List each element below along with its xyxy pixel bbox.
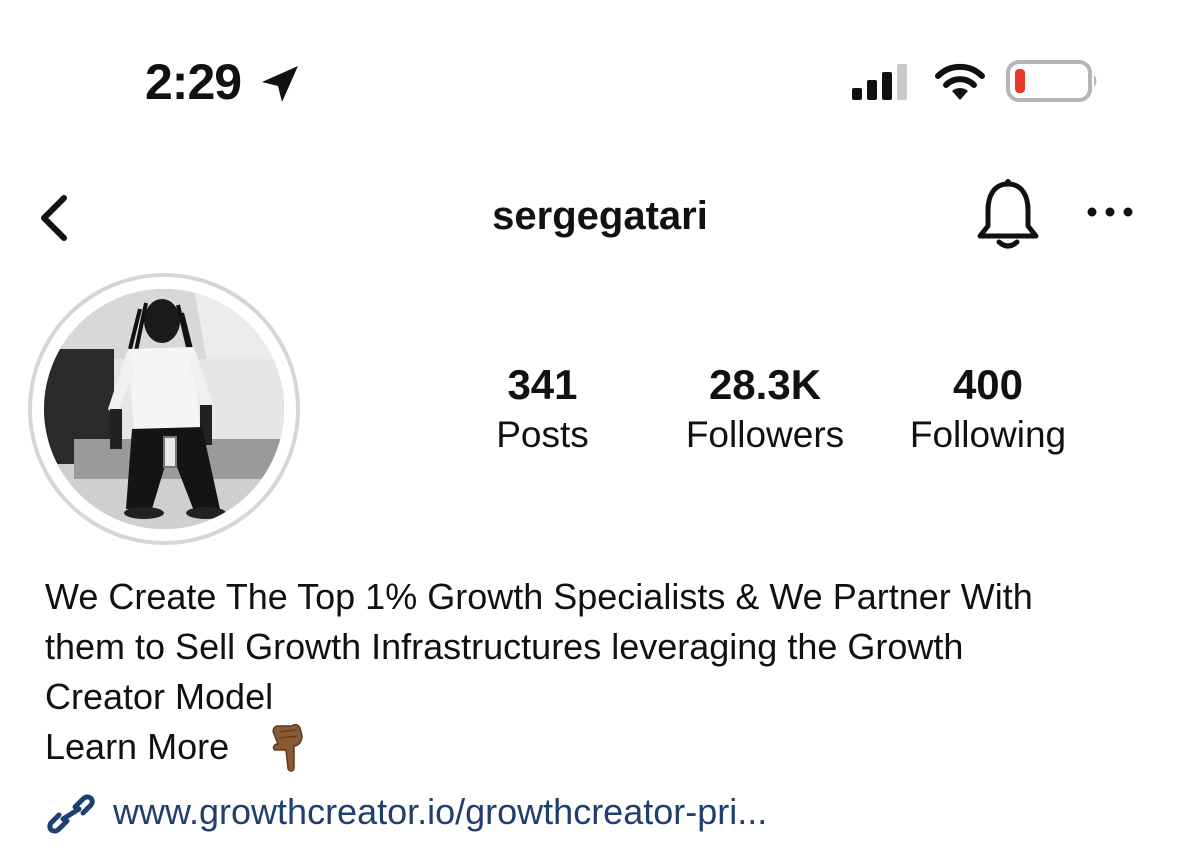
bio-line: We Create The Top 1% Growth Specialists … [45, 576, 1033, 617]
location-arrow-icon [262, 66, 298, 102]
profile-link-text[interactable]: www.growthcreator.io/growthcreator-pri..… [113, 787, 767, 837]
profile-link[interactable]: www.growthcreator.io/growthcreator-pri..… [45, 785, 1165, 839]
stat-posts[interactable]: 341 Posts [470, 360, 615, 458]
avatar-photo [44, 289, 284, 529]
battery-low-icon [1006, 60, 1097, 102]
stat-followers[interactable]: 28.3K Followers [670, 360, 860, 458]
stat-following[interactable]: 400 Following [893, 360, 1083, 458]
posts-label: Posts [496, 414, 589, 455]
following-label: Following [909, 414, 1067, 455]
profile-header: sergegatari [0, 170, 1200, 260]
following-count: 400 [952, 361, 1024, 408]
wifi-icon [935, 63, 985, 100]
signal-icon [852, 64, 907, 100]
avatar-ring[interactable] [28, 273, 300, 545]
status-time: 2:29 [145, 54, 242, 110]
learn-more-text: Learn More [45, 726, 230, 767]
more-icon[interactable] [1085, 200, 1135, 224]
profile-bio: We Create The Top 1% Growth Specialists … [45, 572, 1165, 722]
avatar[interactable] [44, 289, 284, 529]
backhand-index-pointing-down-icon [272, 723, 303, 772]
bell-icon[interactable] [972, 176, 1044, 254]
followers-count: 28.3K [708, 361, 822, 408]
followers-label: Followers [685, 414, 845, 455]
posts-count: 341 [507, 361, 578, 408]
link-icon [47, 794, 95, 834]
bio-line: them to Sell Growth Infrastructures leve… [45, 626, 964, 667]
status-bar: 2:29 [0, 0, 1200, 150]
bio-line: Creator Model [45, 676, 274, 717]
